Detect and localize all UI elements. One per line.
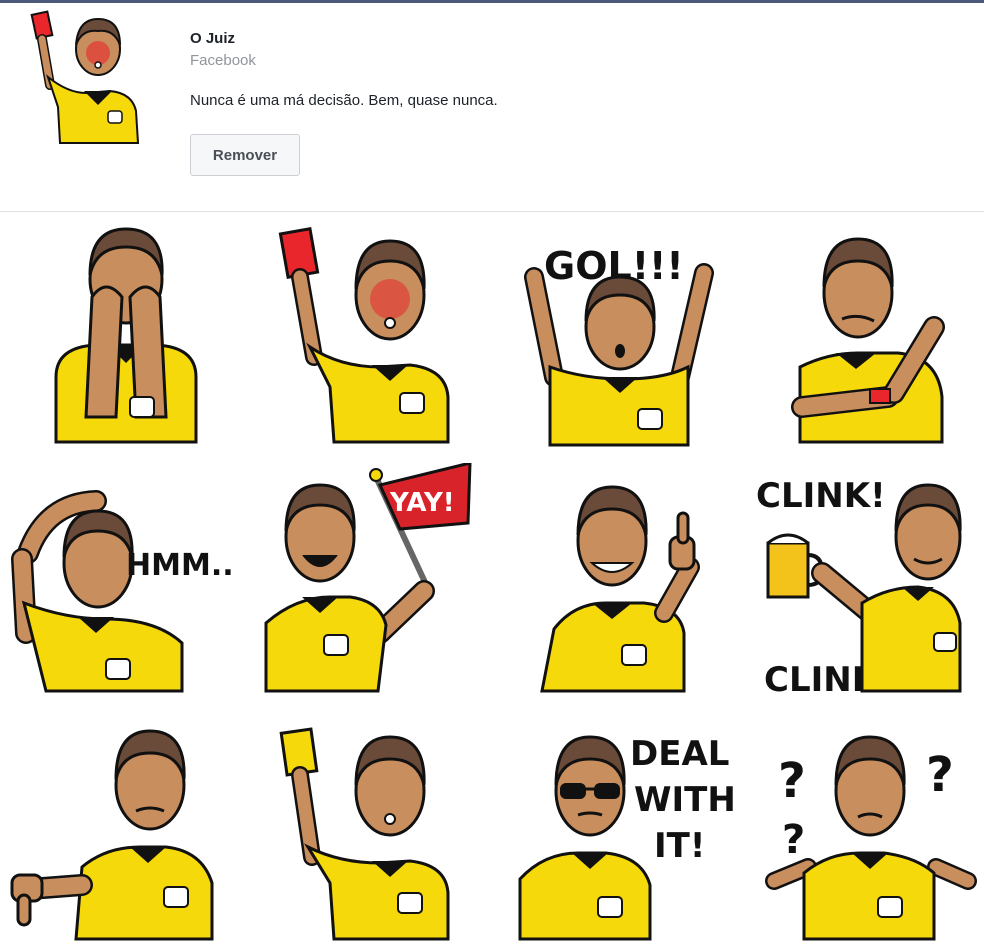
sticker-yay-flag[interactable]: YAY! xyxy=(250,463,490,708)
sticker-pack-thumbnail xyxy=(28,7,146,147)
sticker-text-question-2: ? xyxy=(926,747,954,803)
sticker-pointing-watch[interactable] xyxy=(738,217,978,462)
sticker-thumbs-up[interactable] xyxy=(494,463,734,708)
sticker-beer-clink[interactable]: CLINK! CLINK! xyxy=(738,463,978,708)
sticker-scratching-head[interactable]: HMM.. xyxy=(6,463,246,708)
header-divider xyxy=(0,211,984,212)
sticker-sunglasses[interactable]: DEAL WITH IT! xyxy=(494,707,734,952)
sticker-text-question-1: ? xyxy=(778,753,806,809)
sticker-grid: GOL!!! HMM.. YAY! CLINK! CLINK! DEAL WIT… xyxy=(0,213,984,950)
sticker-text-deal: DEAL xyxy=(630,734,729,774)
sticker-text-with: WITH xyxy=(634,780,734,820)
sticker-goal-cheer[interactable]: GOL!!! xyxy=(494,217,734,462)
sticker-text-hmm: HMM.. xyxy=(126,548,234,583)
remove-button[interactable]: Remover xyxy=(190,134,300,176)
sticker-red-card[interactable] xyxy=(250,217,490,462)
sticker-text-question-3: ? xyxy=(782,817,805,863)
pack-title: O Juiz xyxy=(190,30,236,47)
sticker-text-clink-1: CLINK! xyxy=(756,476,886,516)
sticker-pack-header: O Juiz Facebook Nunca é uma má decisão. … xyxy=(0,3,984,209)
sticker-yellow-card[interactable] xyxy=(250,707,490,952)
sticker-confused[interactable]: ? ? ? xyxy=(738,707,978,952)
sticker-text-yay: YAY! xyxy=(389,488,455,518)
sticker-text-it: IT! xyxy=(654,826,705,866)
sticker-thumbs-down[interactable] xyxy=(6,707,246,952)
sticker-facepalm[interactable] xyxy=(6,217,246,462)
pack-source[interactable]: Facebook xyxy=(190,52,256,69)
pack-description: Nunca é uma má decisão. Bem, quase nunca… xyxy=(190,92,498,109)
